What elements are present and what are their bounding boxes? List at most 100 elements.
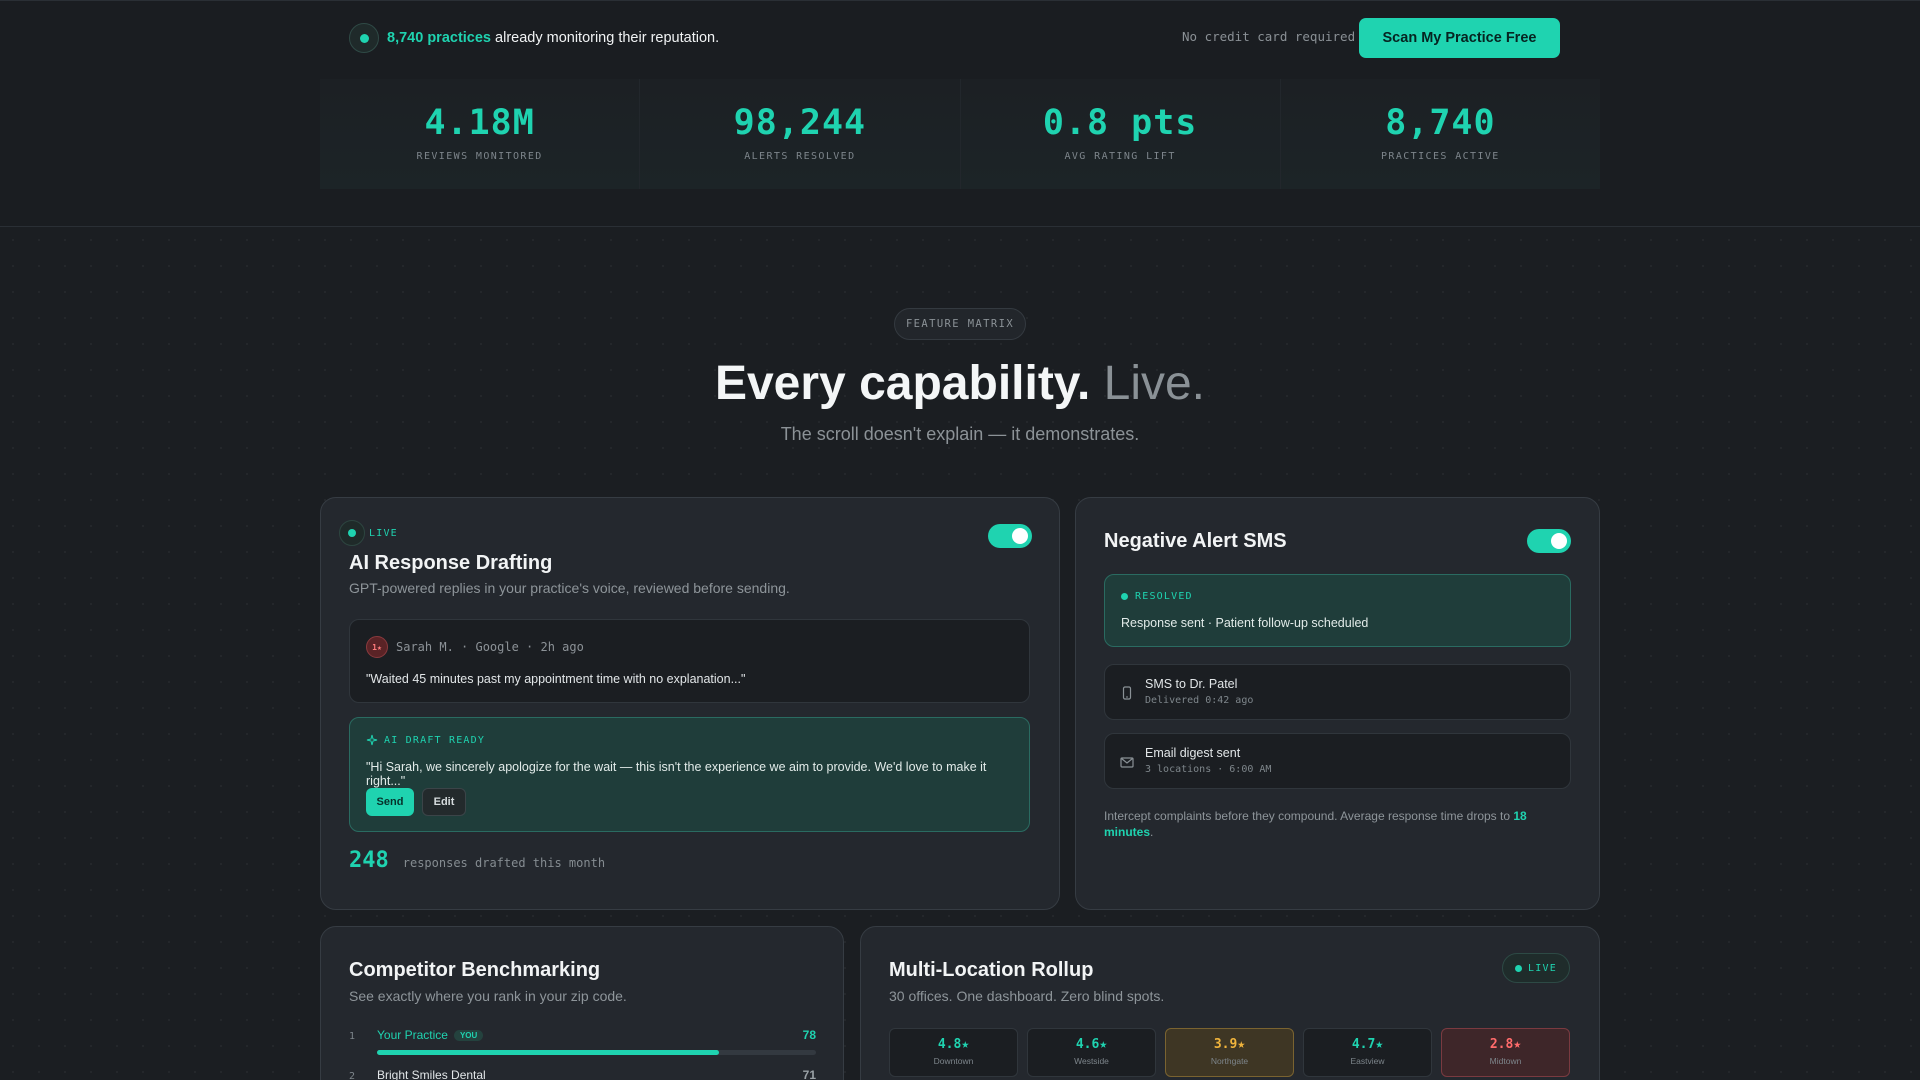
live-label: LIVE — [369, 527, 398, 539]
scan-practice-button[interactable]: Scan My Practice Free — [1359, 18, 1560, 58]
section-title: Every capability. Live. — [0, 356, 1920, 411]
stat-value: 0.8 pts — [1042, 103, 1198, 143]
competitor-benchmarking-card: Competitor Benchmarking See exactly wher… — [320, 926, 844, 1080]
stat-reviews-monitored: 4.18M REVIEWS MONITORED — [320, 79, 641, 189]
footer-end: . — [1150, 825, 1154, 839]
section-title-dim: Live. — [1090, 357, 1206, 410]
stat-alerts-resolved: 98,244 ALERTS RESOLVED — [640, 79, 961, 189]
multi-location-card: Multi-Location Rollup 30 offices. One da… — [860, 926, 1600, 1080]
card-description: GPT-powered replies in your practice's v… — [349, 580, 790, 596]
responses-count-label: responses drafted this month — [402, 856, 606, 870]
notification-title: SMS to Dr. Patel — [1145, 677, 1238, 691]
stat-value: 98,244 — [733, 103, 867, 143]
feature-matrix-pill: FEATURE MATRIX — [894, 308, 1026, 340]
location-name: Westside — [1074, 1056, 1109, 1066]
responses-count-value: 248 — [349, 848, 389, 873]
ai-drafting-toggle[interactable] — [988, 524, 1032, 548]
footer-text: Intercept complaints before they compoun… — [1104, 809, 1514, 823]
notification-subtitle: Delivered 0:42 ago — [1145, 695, 1254, 706]
live-badge: LIVE — [1502, 953, 1570, 983]
location-rating: 3.9★ — [1213, 1037, 1246, 1052]
location-name: Midtown — [1489, 1056, 1522, 1066]
social-proof: 8,740 practices already monitoring their… — [349, 23, 719, 53]
location-rating: 4.6★ — [1075, 1037, 1108, 1052]
rank-name-text: Your Practice — [377, 1028, 448, 1042]
rank-number: 2 — [349, 1071, 356, 1080]
location-tile-eastview[interactable]: 4.7★ Eastview — [1303, 1028, 1432, 1077]
location-tile-westside[interactable]: 4.6★ Westside — [1027, 1028, 1156, 1077]
notification-subtitle: 3 locations · 6:00 AM — [1145, 764, 1272, 775]
phone-icon — [1122, 686, 1132, 700]
score-bar-fill — [377, 1050, 720, 1055]
card-title: Multi-Location Rollup — [889, 959, 1094, 981]
resolved-panel: RESOLVED Response sent · Patient follow-… — [1104, 574, 1571, 647]
location-rating: 2.8★ — [1489, 1037, 1522, 1052]
review-source: Sarah M. · Google · 2h ago — [396, 640, 584, 654]
reviewer-avatar: 1★ — [366, 636, 388, 658]
review-quote: "Waited 45 minutes past my appointment t… — [366, 672, 746, 686]
notification-sms: SMS to Dr. Patel Delivered 0:42 ago — [1104, 664, 1571, 720]
review-item: 1★ Sarah M. · Google · 2h ago "Waited 45… — [349, 619, 1030, 703]
negative-alert-card: Negative Alert SMS RESOLVED Response sen… — [1075, 497, 1600, 910]
alert-sms-toggle[interactable] — [1527, 529, 1571, 553]
card-description: See exactly where you rank in your zip c… — [349, 988, 627, 1004]
rank-number: 1 — [349, 1031, 356, 1042]
responses-count: 248 responses drafted this month — [349, 848, 605, 873]
resolved-text: Response sent · Patient follow-up schedu… — [1121, 616, 1369, 630]
location-tile-downtown[interactable]: 4.8★ Downtown — [889, 1028, 1018, 1077]
live-indicator: LIVE — [339, 520, 398, 546]
notification-title: Email digest sent — [1145, 746, 1241, 760]
resolved-dot-icon — [1121, 593, 1128, 600]
stat-practices-active: 8,740 PRACTICES ACTIVE — [1281, 79, 1600, 189]
send-button[interactable]: Send — [366, 788, 414, 816]
review-meta: 1★ Sarah M. · Google · 2h ago — [366, 636, 584, 658]
mail-icon — [1120, 757, 1134, 768]
top-banner: 8,740 practices already monitoring their… — [0, 0, 1920, 227]
card-title: Competitor Benchmarking — [349, 959, 601, 981]
ai-draft-header: AI DRAFT READY — [366, 734, 485, 746]
location-name: Eastview — [1350, 1056, 1385, 1066]
stat-label: REVIEWS MONITORED — [416, 151, 543, 162]
live-dot-icon — [339, 520, 365, 546]
rank-name: Your Practice YOU — [377, 1028, 484, 1042]
resolved-label: RESOLVED — [1135, 591, 1193, 602]
card-title: AI Response Drafting — [349, 552, 553, 574]
resolved-header: RESOLVED — [1121, 591, 1193, 602]
live-pulse-icon — [349, 23, 379, 53]
sparkle-icon — [366, 734, 378, 746]
card-title: Negative Alert SMS — [1104, 530, 1287, 552]
stat-avg-rating-lift: 0.8 pts AVG RATING LIFT — [961, 79, 1281, 189]
location-tile-northgate[interactable]: 3.9★ Northgate — [1165, 1028, 1294, 1077]
location-tile-midtown[interactable]: 2.8★ Midtown — [1441, 1028, 1570, 1077]
ai-draft-panel: AI DRAFT READY "Hi Sarah, we sincerely a… — [349, 717, 1030, 832]
alert-footer-text: Intercept complaints before they compoun… — [1104, 808, 1574, 840]
location-rating: 4.8★ — [937, 1037, 970, 1052]
rank-name: Bright Smiles Dental — [377, 1068, 486, 1080]
location-name: Northgate — [1210, 1056, 1249, 1066]
live-label: LIVE — [1528, 962, 1557, 974]
card-description: 30 offices. One dashboard. Zero blind sp… — [889, 988, 1165, 1004]
practices-text: already monitoring their reputation. — [491, 30, 720, 46]
location-name: Downtown — [933, 1056, 974, 1066]
stat-label: ALERTS RESOLVED — [744, 151, 856, 162]
section-title-main: Every capability. — [714, 357, 1091, 410]
edit-button[interactable]: Edit — [422, 788, 466, 816]
ai-response-card: LIVE AI Response Drafting GPT-powered re… — [320, 497, 1060, 910]
stat-value: 8,740 — [1385, 103, 1496, 143]
stat-value: 4.18M — [424, 103, 535, 143]
notification-email: Email digest sent 3 locations · 6:00 AM — [1104, 733, 1571, 789]
stats-strip: 4.18M REVIEWS MONITORED 98,244 ALERTS RE… — [320, 79, 1600, 189]
no-credit-card-note: No credit card required — [1182, 29, 1356, 44]
rank-score: 71 — [802, 1068, 816, 1080]
score-bar — [377, 1050, 816, 1055]
rank-score: 78 — [802, 1028, 816, 1042]
practices-count: 8,740 practices — [387, 30, 491, 46]
stat-label: PRACTICES ACTIVE — [1381, 151, 1500, 162]
live-dot-icon — [1515, 964, 1523, 972]
location-tiles: 4.8★ Downtown 4.6★ Westside 3.9★ Northga… — [889, 1028, 1570, 1077]
ai-draft-label: AI DRAFT READY — [384, 734, 486, 746]
ai-draft-text: "Hi Sarah, we sincerely apologize for th… — [366, 760, 987, 788]
location-rating: 4.7★ — [1351, 1037, 1384, 1052]
you-badge: YOU — [453, 1030, 484, 1042]
section-subtitle: The scroll doesn't explain — it demonstr… — [780, 424, 1140, 444]
